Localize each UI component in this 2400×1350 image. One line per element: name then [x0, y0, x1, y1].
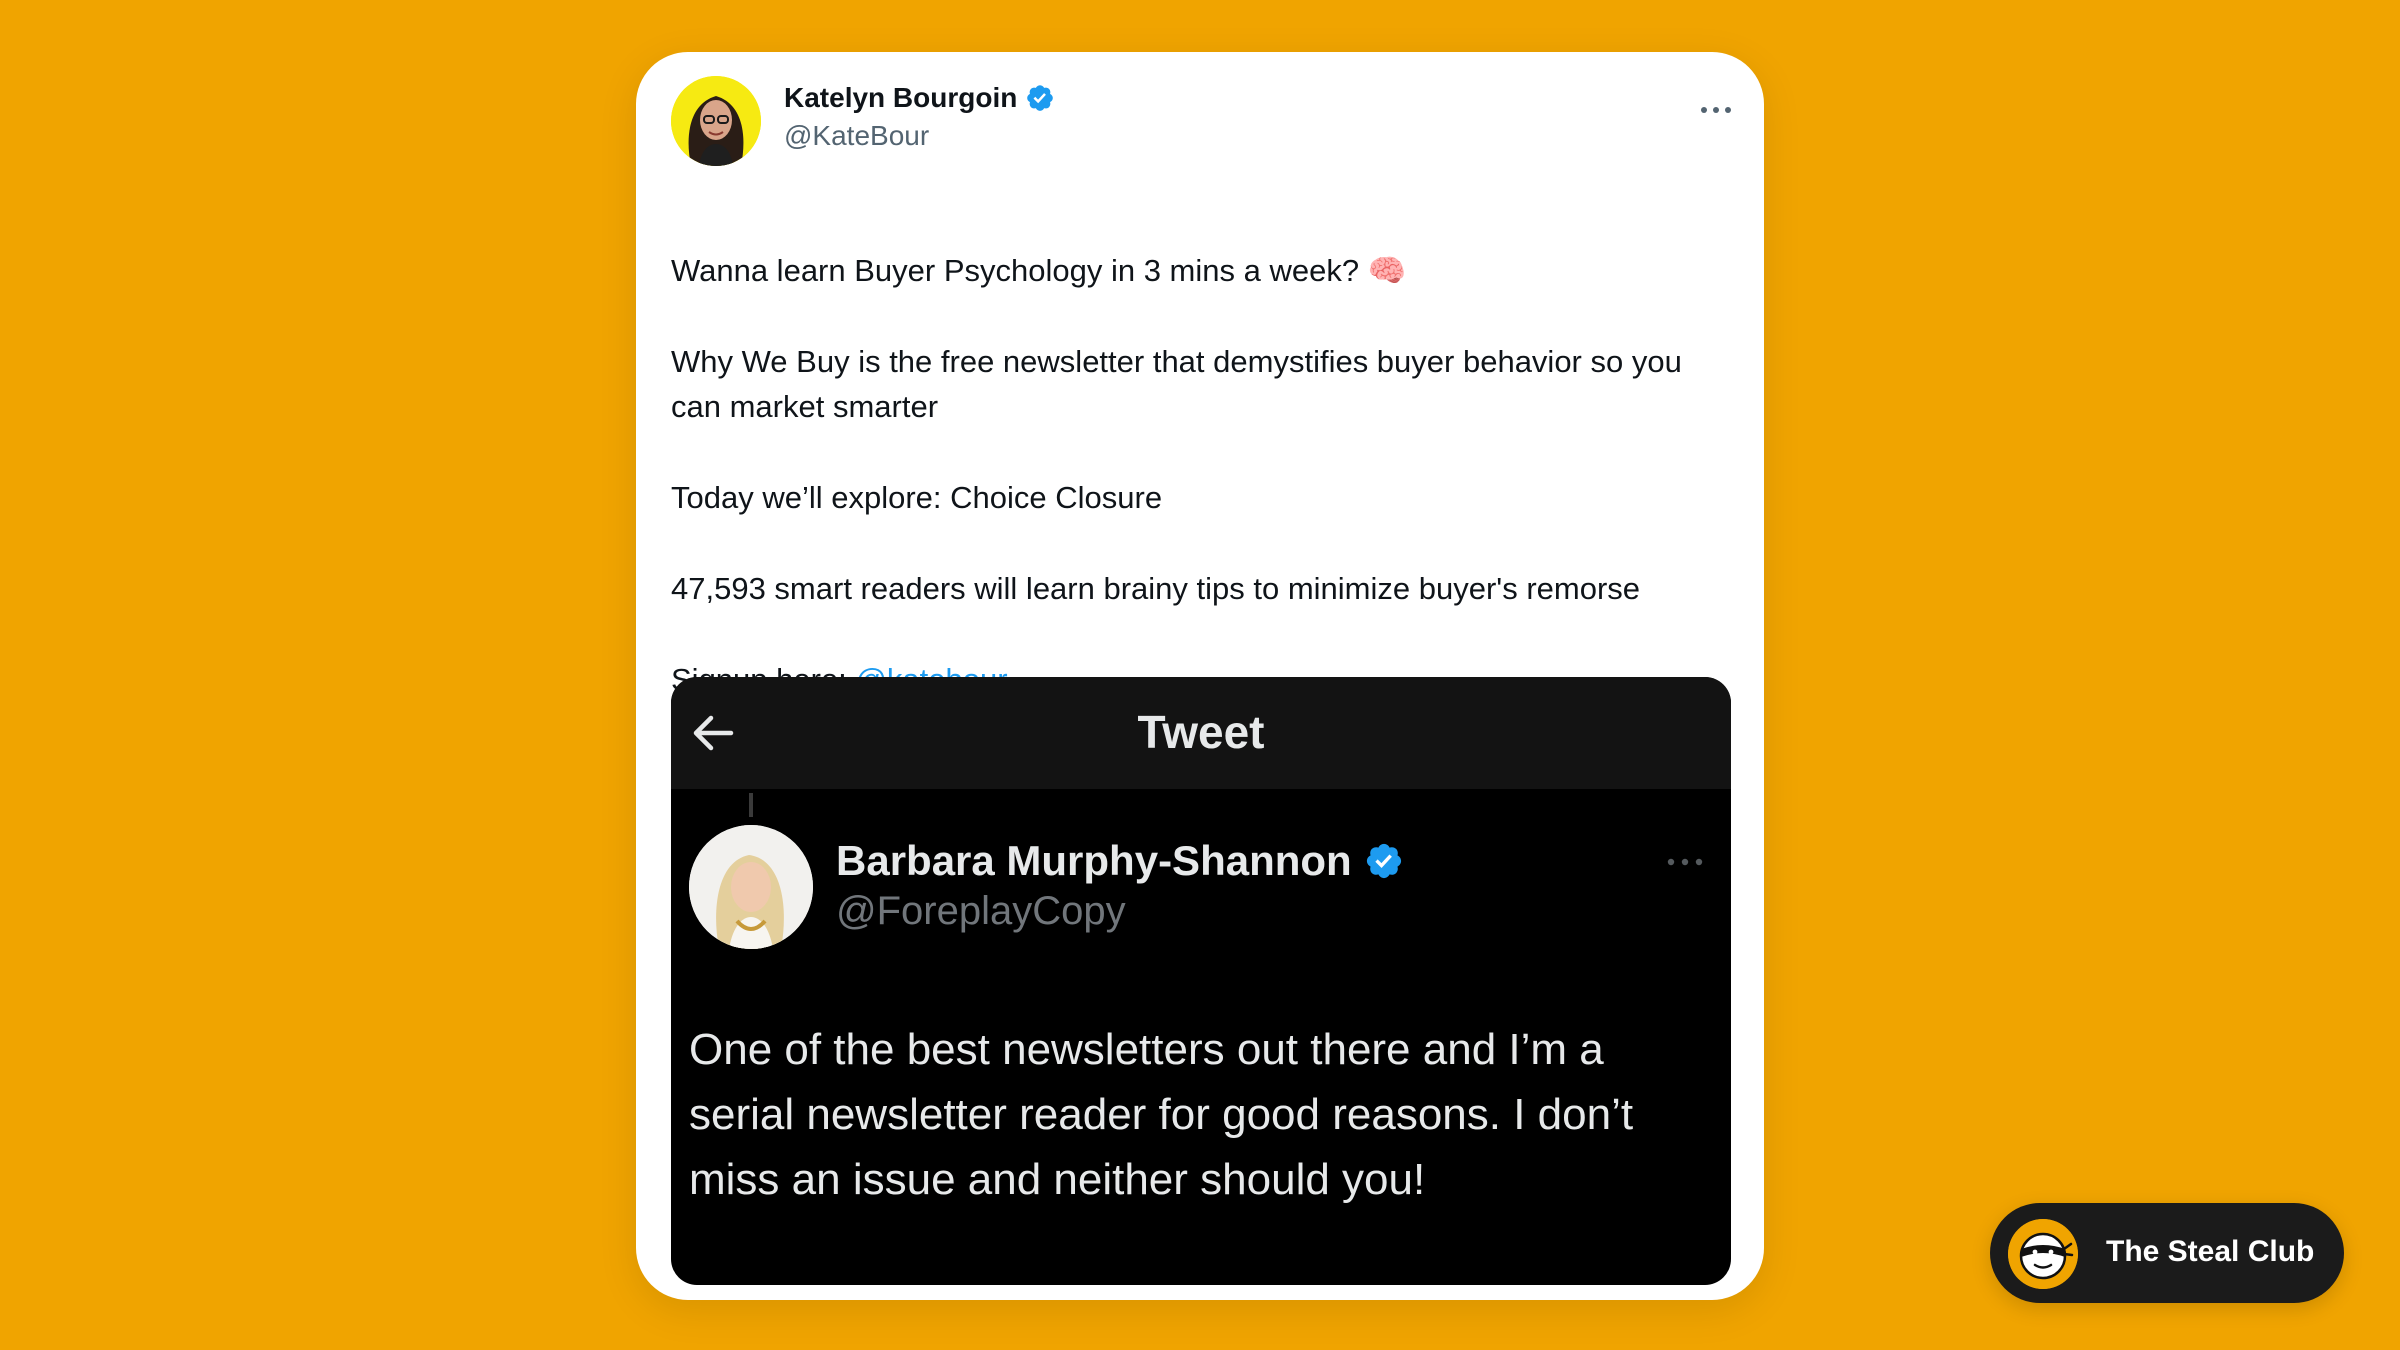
more-horizontal-icon[interactable]: [1696, 100, 1736, 120]
tweet-paragraph: 47,593 smart readers will learn brainy t…: [671, 571, 1641, 606]
embedded-author-row: Barbara Murphy-Shannon: [836, 837, 1404, 885]
embedded-tweet-text: One of the best newsletters out there an…: [689, 1025, 1634, 1204]
verified-badge-icon: [1366, 843, 1401, 879]
thief-mascot-icon: [2008, 1219, 2078, 1289]
avatar-image: [671, 76, 761, 166]
author-name-row: Katelyn Bourgoin: [784, 82, 1055, 114]
more-horizontal-icon: [1667, 858, 1703, 866]
tweet-card: Katelyn Bourgoin @KateBour Wanna learn B…: [636, 52, 1764, 1300]
embedded-author-name: Barbara Murphy-Shannon: [836, 837, 1352, 884]
verified-badge-icon: [1027, 85, 1054, 111]
embedded-tweet-screenshot[interactable]: Tweet Barbara Murphy-Shannon @ForeplayCo…: [671, 677, 1731, 1285]
embedded-header-title: Tweet: [1137, 706, 1265, 758]
embedded-author-avatar: [689, 825, 813, 949]
embedded-avatar-image: [689, 825, 813, 949]
embedded-author-handle: @ForeplayCopy: [836, 889, 1126, 933]
mascot-face-icon: [2008, 1219, 2078, 1289]
author-handle[interactable]: @KateBour: [784, 120, 929, 152]
author-name[interactable]: Katelyn Bourgoin: [784, 82, 1017, 114]
author-avatar[interactable]: [671, 76, 761, 166]
tweet-paragraph: Wanna learn Buyer Psychology in 3 mins a…: [671, 253, 1407, 288]
tweet-paragraph: Today we’ll explore: Choice Closure: [671, 480, 1163, 515]
brand-badge[interactable]: The Steal Club: [1990, 1203, 2344, 1303]
tweet-paragraph: Why We Buy is the free newsletter that d…: [671, 344, 1682, 424]
tweet-text: Wanna learn Buyer Psychology in 3 mins a…: [671, 248, 1731, 702]
thread-line: [749, 793, 753, 817]
embedded-header: Tweet: [671, 677, 1731, 789]
brand-label: The Steal Club: [2106, 1235, 2315, 1268]
